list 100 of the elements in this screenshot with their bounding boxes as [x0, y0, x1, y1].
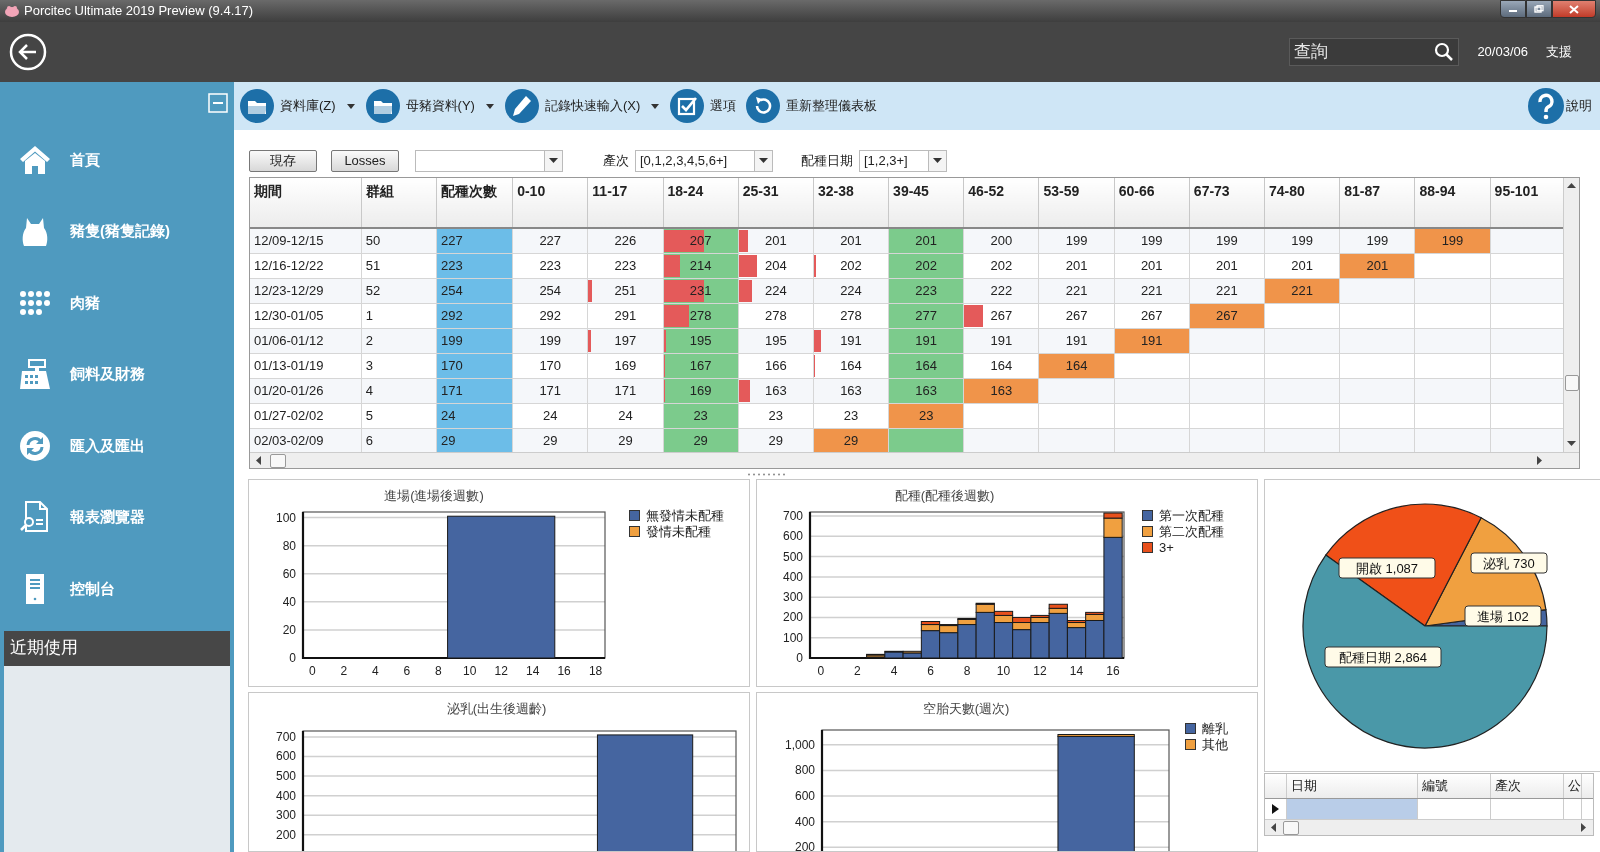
tick-label: 700 [782, 509, 803, 524]
table-cell: 5 [361, 403, 437, 428]
table-cell: 195 [738, 328, 814, 353]
table-cell: 224 [738, 278, 814, 303]
table-cell: 2 [361, 328, 437, 353]
table-cell: 201 [1189, 253, 1265, 278]
table-cell: 23 [738, 403, 814, 428]
tick-label: 300 [275, 808, 296, 823]
tick-label: 400 [794, 814, 815, 829]
tick-label: 6 [403, 664, 411, 678]
tick-label: 0 [796, 651, 803, 665]
tick-label: 500 [275, 769, 296, 784]
chart-title: 空胎天數(週次) [921, 700, 1011, 715]
table-cell: 169 [587, 353, 664, 378]
table-cell: 12/16-12/22 [250, 253, 362, 278]
tick-label: 100 [782, 630, 803, 645]
table-cell: 01/20-01/26 [250, 378, 362, 403]
table-cell: 166 [738, 353, 814, 378]
tick-label: 14 [525, 664, 540, 678]
table-cell: 221 [1189, 278, 1265, 303]
tick-label: 200 [782, 610, 803, 625]
table-cell: 191 [963, 328, 1039, 353]
table-cell: 199 [1339, 228, 1415, 253]
tick-label: 18 [588, 664, 603, 678]
table-cell: 170 [512, 353, 588, 378]
table-cell: 24 [587, 403, 664, 428]
table-cell: 201 [1038, 253, 1115, 278]
table-cell: 278 [738, 303, 814, 328]
table-cell: 251 [587, 278, 664, 303]
table-cell: 3 [361, 353, 437, 378]
table-cell: 4 [361, 378, 437, 403]
table-cell: 202 [963, 253, 1039, 278]
tick-label: 2 [854, 664, 861, 678]
window-title: Porcitec Ultimate 2019 Preview (9.4.17) [24, 2, 254, 21]
tick-label: 800 [794, 763, 815, 778]
tick-label: 600 [275, 749, 296, 764]
legend-label: 發情未配種 [646, 524, 711, 539]
filter-label: 產次 [603, 152, 629, 171]
tick-label: 600 [782, 529, 803, 544]
tick-label: 60 [282, 566, 296, 581]
table-cell: 291 [587, 303, 664, 328]
tick-label: 200 [275, 827, 296, 842]
legend-label: 第二次配種 [1159, 524, 1224, 539]
tick-label: 6 [927, 664, 934, 678]
tick-label: 0 [289, 651, 296, 665]
tick-label: 500 [782, 549, 803, 564]
table-cell: 199 [1114, 228, 1190, 253]
data-label: 進場 102 [1477, 609, 1529, 624]
tick-label: 0 [309, 664, 316, 678]
tick-label: 700 [275, 729, 296, 744]
tick-label: 8 [434, 664, 442, 678]
tick-label: 4 [372, 664, 379, 678]
table-cell: 223 [587, 253, 664, 278]
legend-label: 其他 [1202, 737, 1228, 752]
data-label: 泌乳 730 [1483, 556, 1535, 571]
table-cell: 163 [738, 378, 814, 403]
table-cell: 199 [512, 328, 588, 353]
legend-label: 第一次配種 [1159, 508, 1224, 523]
tick-label: 4 [890, 664, 898, 678]
table-cell: 197 [587, 328, 664, 353]
table-cell: 23 [813, 403, 889, 428]
table-cell: 278 [813, 303, 889, 328]
table-cell: 12/23-12/29 [250, 278, 362, 303]
tick-label: 20 [282, 622, 296, 637]
table-cell: 12/09-12/15 [250, 228, 362, 253]
table-cell: 164 [813, 353, 889, 378]
table-cell: 226 [587, 228, 664, 253]
table-cell: 24 [512, 403, 588, 428]
table-cell: 221 [1038, 278, 1115, 303]
tick-label: 400 [782, 569, 803, 584]
table-cell: 171 [587, 378, 664, 403]
table-cell: 01/06-01/12 [250, 328, 362, 353]
table-cell: 1 [361, 303, 437, 328]
table-cell: 267 [1038, 303, 1115, 328]
tick-label: 100 [275, 510, 296, 525]
table-cell: 201 [1114, 253, 1190, 278]
table-cell: 201 [1264, 253, 1340, 278]
data-label: 開啟 1,087 [1355, 561, 1419, 576]
chart-title: 配種(配種後週數) [893, 487, 996, 502]
tick-label: 10 [996, 664, 1011, 678]
tick-label: 80 [282, 538, 296, 553]
table-cell: 204 [738, 253, 814, 278]
tick-label: 10 [463, 664, 477, 678]
data-label: 配種日期 2,864 [1338, 650, 1428, 665]
tick-label: 8 [963, 664, 971, 678]
tick-label: 300 [782, 590, 803, 605]
table-cell: 01/27-02/02 [250, 403, 362, 428]
table-cell: 222 [963, 278, 1039, 303]
legend-label: 無發情未配種 [646, 508, 724, 523]
table-cell: 200 [963, 228, 1039, 253]
tick-label: 0 [817, 664, 825, 678]
tick-label: 200 [794, 840, 815, 851]
table-cell: 51 [361, 253, 437, 278]
table-cell: 201 [738, 228, 814, 253]
tick-label: 12 [494, 664, 508, 678]
table-cell: 199 [1189, 228, 1265, 253]
table-cell: 50 [361, 228, 437, 253]
chart-title: 泌乳(出生後週齡) [445, 700, 548, 715]
table-cell: 254 [512, 278, 588, 303]
tick-label: 14 [1069, 664, 1084, 678]
